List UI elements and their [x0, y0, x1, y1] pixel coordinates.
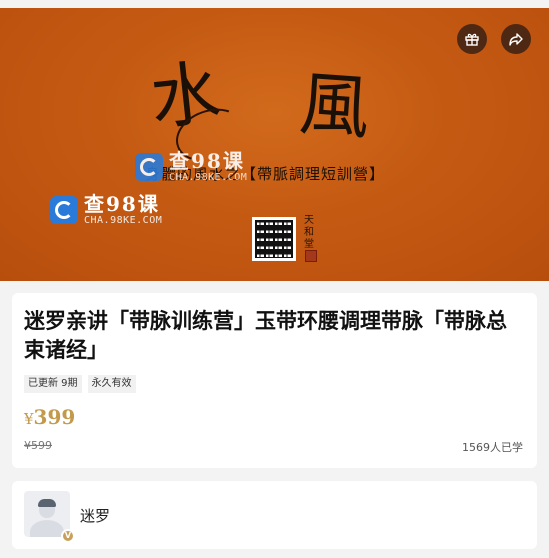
course-info-card: 迷罗亲讲「带脉训练营」玉带环腰调理带脉「带脉总束诸经」 已更新 9期 永久有效 … — [12, 293, 537, 468]
watermark: 查98课 CHA.98KE.COM — [135, 150, 247, 183]
price-value: 399 — [33, 405, 76, 429]
watermark-text: 查98课 — [169, 149, 245, 173]
tag-validity: 永久有效 — [87, 375, 136, 393]
course-title: 迷罗亲讲「带脉训练营」玉带环腰调理带脉「带脉总束诸经」 — [24, 309, 507, 362]
watermark-logo-icon — [135, 152, 163, 181]
qr-code-icon — [252, 217, 296, 261]
price-symbol: ¥ — [24, 410, 34, 428]
calligraphy-right: 風 — [296, 62, 373, 150]
verified-badge-icon: V — [61, 529, 75, 543]
watermark: 查98课 CHA.98KE.COM — [50, 193, 162, 226]
watermark-text: 查98课 — [84, 192, 160, 216]
gift-button[interactable] — [457, 24, 487, 54]
learner-count: 1569人已学 — [462, 441, 523, 454]
watermark-logo-icon — [50, 195, 78, 224]
course-banner: 水 風 身體的風水之【帶脈調理短訓營】 查98课 CHA.98KE.COM 查9… — [0, 0, 549, 281]
watermark-url: CHA.98KE.COM — [84, 215, 163, 226]
share-icon — [509, 33, 523, 46]
course-tags: 已更新 9期 永久有效 — [24, 375, 136, 393]
teacher-card[interactable]: V 迷罗 — [12, 481, 537, 549]
current-price: ¥399 — [24, 405, 75, 429]
original-price: ¥599 — [24, 439, 52, 452]
banner-top-gap — [0, 0, 549, 8]
tag-updated: 已更新 9期 — [24, 375, 82, 393]
seal-stamp-icon — [305, 250, 317, 262]
teacher-name[interactable]: 迷罗 — [80, 505, 110, 526]
watermark-url: CHA.98KE.COM — [169, 172, 248, 183]
share-button[interactable] — [501, 24, 531, 54]
gift-icon — [465, 33, 479, 46]
seal-text: 天和堂 — [304, 215, 314, 250]
